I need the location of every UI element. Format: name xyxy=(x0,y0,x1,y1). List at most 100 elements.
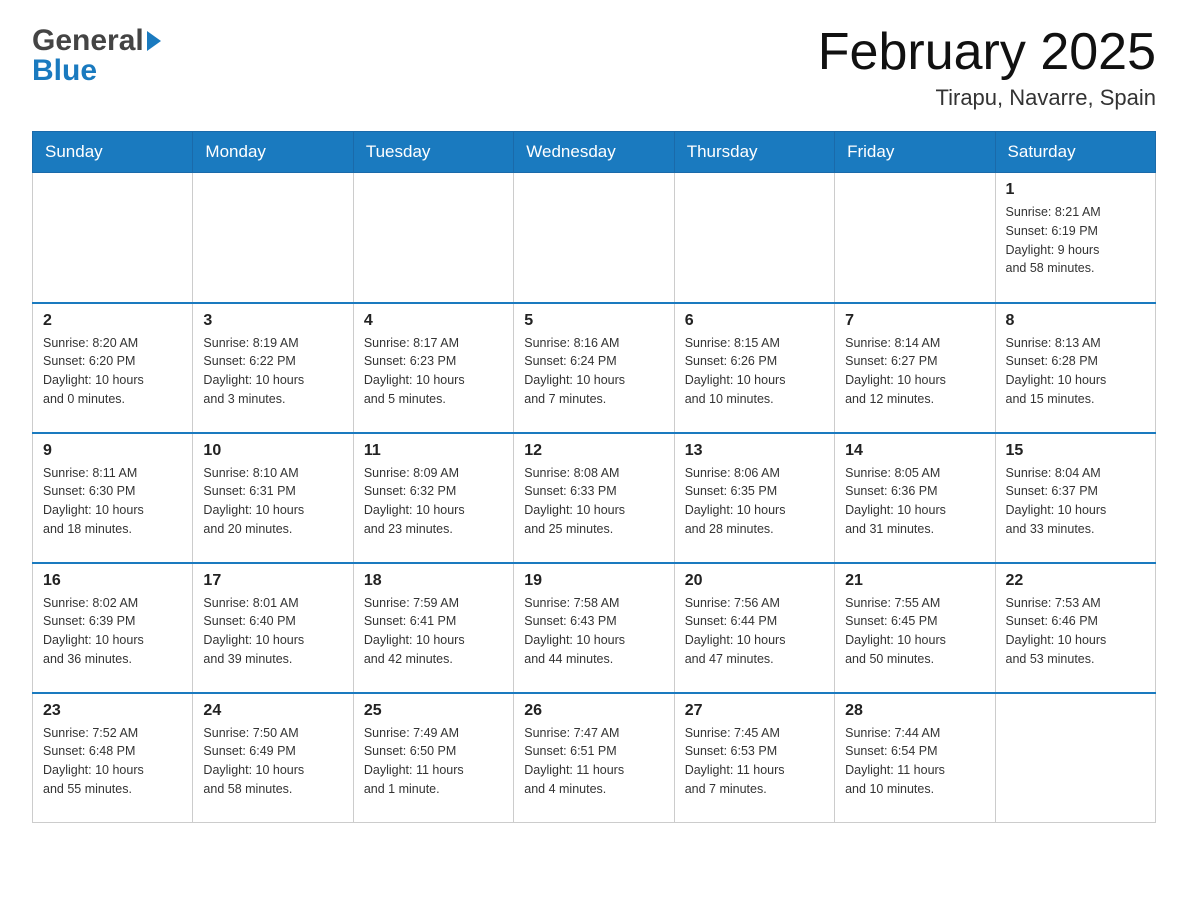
day-number: 6 xyxy=(685,312,824,330)
day-info: Sunrise: 7:44 AM Sunset: 6:54 PM Dayligh… xyxy=(845,724,984,799)
day-info: Sunrise: 8:04 AM Sunset: 6:37 PM Dayligh… xyxy=(1006,464,1145,539)
day-info: Sunrise: 7:52 AM Sunset: 6:48 PM Dayligh… xyxy=(43,724,182,799)
weekday-header-thursday: Thursday xyxy=(674,132,834,173)
calendar-cell: 24 Sunrise: 7:50 AM Sunset: 6:49 PM Dayli… xyxy=(193,693,353,823)
weekday-header-monday: Monday xyxy=(193,132,353,173)
calendar-cell: 9 Sunrise: 8:11 AM Sunset: 6:30 PM Daylig… xyxy=(33,433,193,563)
calendar-cell: 6 Sunrise: 8:15 AM Sunset: 6:26 PM Daylig… xyxy=(674,303,834,433)
week-row-4: 23 Sunrise: 7:52 AM Sunset: 6:48 PM Dayli… xyxy=(33,693,1156,823)
calendar-cell: 12 Sunrise: 8:08 AM Sunset: 6:33 PM Dayli… xyxy=(514,433,674,563)
day-info: Sunrise: 8:11 AM Sunset: 6:30 PM Dayligh… xyxy=(43,464,182,539)
week-row-1: 2 Sunrise: 8:20 AM Sunset: 6:20 PM Daylig… xyxy=(33,303,1156,433)
day-number: 8 xyxy=(1006,312,1145,330)
calendar-cell: 17 Sunrise: 8:01 AM Sunset: 6:40 PM Dayli… xyxy=(193,563,353,693)
calendar-cell: 13 Sunrise: 8:06 AM Sunset: 6:35 PM Dayli… xyxy=(674,433,834,563)
day-info: Sunrise: 7:50 AM Sunset: 6:49 PM Dayligh… xyxy=(203,724,342,799)
day-info: Sunrise: 8:16 AM Sunset: 6:24 PM Dayligh… xyxy=(524,334,663,409)
day-info: Sunrise: 8:05 AM Sunset: 6:36 PM Dayligh… xyxy=(845,464,984,539)
day-number: 21 xyxy=(845,572,984,590)
location-text: Tirapu, Navarre, Spain xyxy=(818,85,1156,111)
day-number: 18 xyxy=(364,572,503,590)
day-info: Sunrise: 8:06 AM Sunset: 6:35 PM Dayligh… xyxy=(685,464,824,539)
calendar-cell: 11 Sunrise: 8:09 AM Sunset: 6:32 PM Dayli… xyxy=(353,433,513,563)
calendar-cell xyxy=(353,173,513,303)
calendar-cell: 7Sunrise: 8:14 AM Sunset: 6:27 PM Daylig… xyxy=(835,303,995,433)
calendar-cell: 20Sunrise: 7:56 AM Sunset: 6:44 PM Dayli… xyxy=(674,563,834,693)
day-info: Sunrise: 8:10 AM Sunset: 6:31 PM Dayligh… xyxy=(203,464,342,539)
weekday-header-tuesday: Tuesday xyxy=(353,132,513,173)
day-number: 15 xyxy=(1006,442,1145,460)
day-number: 4 xyxy=(364,312,503,330)
title-section: February 2025 Tirapu, Navarre, Spain xyxy=(818,24,1156,111)
day-info: Sunrise: 7:56 AM Sunset: 6:44 PM Dayligh… xyxy=(685,594,824,669)
day-info: Sunrise: 8:01 AM Sunset: 6:40 PM Dayligh… xyxy=(203,594,342,669)
calendar-cell: 14 Sunrise: 8:05 AM Sunset: 6:36 PM Dayli… xyxy=(835,433,995,563)
calendar-table: SundayMondayTuesdayWednesdayThursdayFrid… xyxy=(32,131,1156,823)
logo-general-text: General xyxy=(32,24,144,58)
calendar-cell: 19Sunrise: 7:58 AM Sunset: 6:43 PM Dayli… xyxy=(514,563,674,693)
day-info: Sunrise: 7:59 AM Sunset: 6:41 PM Dayligh… xyxy=(364,594,503,669)
day-info: Sunrise: 8:09 AM Sunset: 6:32 PM Dayligh… xyxy=(364,464,503,539)
day-info: Sunrise: 8:19 AM Sunset: 6:22 PM Dayligh… xyxy=(203,334,342,409)
day-number: 9 xyxy=(43,442,182,460)
logo-arrow-icon xyxy=(147,31,161,51)
day-number: 13 xyxy=(685,442,824,460)
day-info: Sunrise: 8:21 AM Sunset: 6:19 PM Dayligh… xyxy=(1006,203,1145,278)
day-info: Sunrise: 8:13 AM Sunset: 6:28 PM Dayligh… xyxy=(1006,334,1145,409)
calendar-cell: 18 Sunrise: 7:59 AM Sunset: 6:41 PM Dayli… xyxy=(353,563,513,693)
calendar-cell: 1 Sunrise: 8:21 AM Sunset: 6:19 PM Daylig… xyxy=(995,173,1155,303)
day-info: Sunrise: 8:20 AM Sunset: 6:20 PM Dayligh… xyxy=(43,334,182,409)
calendar-cell: 8 Sunrise: 8:13 AM Sunset: 6:28 PM Daylig… xyxy=(995,303,1155,433)
week-row-0: 1 Sunrise: 8:21 AM Sunset: 6:19 PM Daylig… xyxy=(33,173,1156,303)
calendar-cell xyxy=(674,173,834,303)
calendar-cell xyxy=(193,173,353,303)
day-number: 28 xyxy=(845,702,984,720)
calendar-cell: 28 Sunrise: 7:44 AM Sunset: 6:54 PM Dayli… xyxy=(835,693,995,823)
weekday-header-friday: Friday xyxy=(835,132,995,173)
calendar-cell xyxy=(33,173,193,303)
calendar-cell: 27 Sunrise: 7:45 AM Sunset: 6:53 PM Dayli… xyxy=(674,693,834,823)
calendar-cell: 23 Sunrise: 7:52 AM Sunset: 6:48 PM Dayli… xyxy=(33,693,193,823)
calendar-cell xyxy=(514,173,674,303)
day-number: 27 xyxy=(685,702,824,720)
day-number: 25 xyxy=(364,702,503,720)
day-number: 10 xyxy=(203,442,342,460)
day-info: Sunrise: 8:08 AM Sunset: 6:33 PM Dayligh… xyxy=(524,464,663,539)
calendar-cell: 3 Sunrise: 8:19 AM Sunset: 6:22 PM Daylig… xyxy=(193,303,353,433)
calendar-cell: 5 Sunrise: 8:16 AM Sunset: 6:24 PM Daylig… xyxy=(514,303,674,433)
day-info: Sunrise: 8:02 AM Sunset: 6:39 PM Dayligh… xyxy=(43,594,182,669)
day-info: Sunrise: 8:15 AM Sunset: 6:26 PM Dayligh… xyxy=(685,334,824,409)
day-number: 17 xyxy=(203,572,342,590)
day-number: 22 xyxy=(1006,572,1145,590)
day-number: 11 xyxy=(364,442,503,460)
calendar-cell: 26Sunrise: 7:47 AM Sunset: 6:51 PM Dayli… xyxy=(514,693,674,823)
day-number: 7 xyxy=(845,312,984,330)
calendar-cell: 22 Sunrise: 7:53 AM Sunset: 6:46 PM Dayli… xyxy=(995,563,1155,693)
logo-blue-text: Blue xyxy=(32,54,161,88)
weekday-header-wednesday: Wednesday xyxy=(514,132,674,173)
calendar-cell: 2 Sunrise: 8:20 AM Sunset: 6:20 PM Daylig… xyxy=(33,303,193,433)
day-number: 14 xyxy=(845,442,984,460)
weekday-header-saturday: Saturday xyxy=(995,132,1155,173)
day-number: 1 xyxy=(1006,181,1145,199)
day-number: 26 xyxy=(524,702,663,720)
month-title: February 2025 xyxy=(818,24,1156,81)
day-number: 2 xyxy=(43,312,182,330)
day-number: 12 xyxy=(524,442,663,460)
calendar-cell: 21Sunrise: 7:55 AM Sunset: 6:45 PM Dayli… xyxy=(835,563,995,693)
day-info: Sunrise: 7:49 AM Sunset: 6:50 PM Dayligh… xyxy=(364,724,503,799)
calendar-cell: 25 Sunrise: 7:49 AM Sunset: 6:50 PM Dayli… xyxy=(353,693,513,823)
logo: General Blue xyxy=(32,24,161,88)
day-number: 3 xyxy=(203,312,342,330)
day-info: Sunrise: 8:17 AM Sunset: 6:23 PM Dayligh… xyxy=(364,334,503,409)
day-number: 23 xyxy=(43,702,182,720)
calendar-cell: 16 Sunrise: 8:02 AM Sunset: 6:39 PM Dayli… xyxy=(33,563,193,693)
day-number: 16 xyxy=(43,572,182,590)
calendar-cell xyxy=(835,173,995,303)
page-header: General Blue February 2025 Tirapu, Navar… xyxy=(32,24,1156,111)
day-number: 24 xyxy=(203,702,342,720)
day-number: 5 xyxy=(524,312,663,330)
calendar-cell xyxy=(995,693,1155,823)
day-info: Sunrise: 7:45 AM Sunset: 6:53 PM Dayligh… xyxy=(685,724,824,799)
day-info: Sunrise: 7:53 AM Sunset: 6:46 PM Dayligh… xyxy=(1006,594,1145,669)
